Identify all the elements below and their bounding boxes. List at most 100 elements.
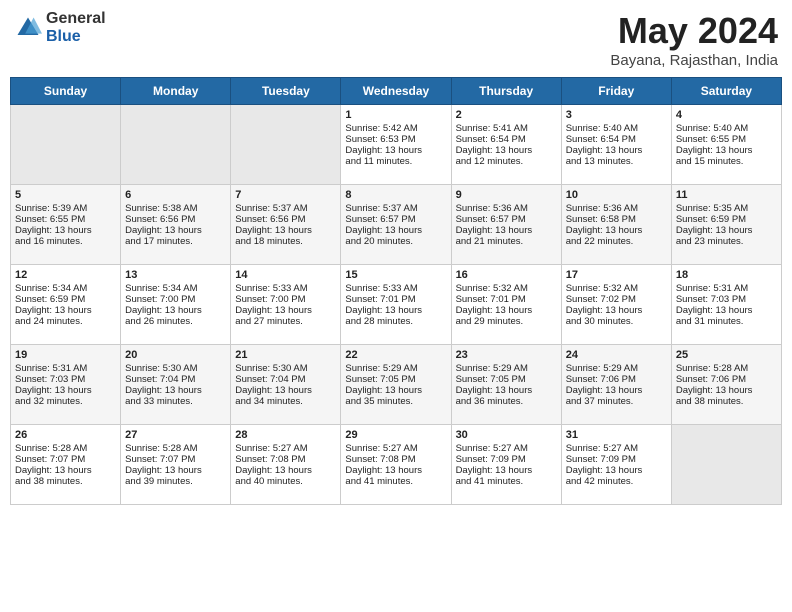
day-info: Sunrise: 5:33 AM — [345, 283, 446, 294]
day-info: Sunset: 7:04 PM — [125, 374, 226, 385]
day-number: 30 — [456, 429, 557, 441]
day-info: Daylight: 13 hours — [235, 225, 336, 236]
calendar-table: SundayMondayTuesdayWednesdayThursdayFrid… — [10, 77, 782, 505]
calendar-cell: 30Sunrise: 5:27 AMSunset: 7:09 PMDayligh… — [451, 425, 561, 505]
day-info: Sunset: 6:58 PM — [566, 214, 667, 225]
header-day-thursday: Thursday — [451, 78, 561, 105]
day-number: 31 — [566, 429, 667, 441]
day-info: Daylight: 13 hours — [566, 305, 667, 316]
calendar-cell: 12Sunrise: 5:34 AMSunset: 6:59 PMDayligh… — [11, 265, 121, 345]
day-info: Daylight: 13 hours — [676, 385, 777, 396]
day-info: Sunset: 6:54 PM — [456, 134, 557, 145]
day-info: and 38 minutes. — [676, 396, 777, 407]
logo: General Blue — [14, 10, 106, 45]
day-info: and 34 minutes. — [235, 396, 336, 407]
calendar-subtitle: Bayana, Rajasthan, India — [610, 52, 778, 69]
day-info: Sunrise: 5:35 AM — [676, 203, 777, 214]
day-info: Daylight: 13 hours — [456, 145, 557, 156]
day-number: 4 — [676, 109, 777, 121]
day-info: Sunset: 6:57 PM — [456, 214, 557, 225]
day-number: 12 — [15, 269, 116, 281]
day-info: Sunset: 7:05 PM — [456, 374, 557, 385]
day-info: and 41 minutes. — [345, 476, 446, 487]
day-info: Daylight: 13 hours — [456, 225, 557, 236]
calendar-cell — [11, 105, 121, 185]
header-day-friday: Friday — [561, 78, 671, 105]
day-number: 21 — [235, 349, 336, 361]
logo-icon — [14, 14, 42, 42]
day-info: and 35 minutes. — [345, 396, 446, 407]
day-info: Sunrise: 5:29 AM — [566, 363, 667, 374]
calendar-cell: 9Sunrise: 5:36 AMSunset: 6:57 PMDaylight… — [451, 185, 561, 265]
day-info: Daylight: 13 hours — [15, 225, 116, 236]
week-row-2: 5Sunrise: 5:39 AMSunset: 6:55 PMDaylight… — [11, 185, 782, 265]
day-info: Sunset: 6:59 PM — [15, 294, 116, 305]
day-info: Daylight: 13 hours — [125, 385, 226, 396]
day-number: 17 — [566, 269, 667, 281]
day-number: 19 — [15, 349, 116, 361]
day-info: Daylight: 13 hours — [15, 385, 116, 396]
calendar-cell: 14Sunrise: 5:33 AMSunset: 7:00 PMDayligh… — [231, 265, 341, 345]
day-info: and 26 minutes. — [125, 316, 226, 327]
header-day-wednesday: Wednesday — [341, 78, 451, 105]
calendar-cell — [231, 105, 341, 185]
day-info: Daylight: 13 hours — [676, 145, 777, 156]
day-info: Sunset: 7:07 PM — [15, 454, 116, 465]
day-info: Sunset: 6:53 PM — [345, 134, 446, 145]
day-number: 8 — [345, 189, 446, 201]
day-info: and 12 minutes. — [456, 156, 557, 167]
calendar-cell: 31Sunrise: 5:27 AMSunset: 7:09 PMDayligh… — [561, 425, 671, 505]
calendar-cell: 23Sunrise: 5:29 AMSunset: 7:05 PMDayligh… — [451, 345, 561, 425]
calendar-cell: 22Sunrise: 5:29 AMSunset: 7:05 PMDayligh… — [341, 345, 451, 425]
day-info: Daylight: 13 hours — [456, 305, 557, 316]
day-info: Sunset: 7:07 PM — [125, 454, 226, 465]
day-number: 13 — [125, 269, 226, 281]
day-info: Sunset: 7:09 PM — [566, 454, 667, 465]
day-info: Sunrise: 5:34 AM — [125, 283, 226, 294]
day-info: and 31 minutes. — [676, 316, 777, 327]
header-day-saturday: Saturday — [671, 78, 781, 105]
calendar-cell: 21Sunrise: 5:30 AMSunset: 7:04 PMDayligh… — [231, 345, 341, 425]
day-number: 14 — [235, 269, 336, 281]
calendar-cell: 20Sunrise: 5:30 AMSunset: 7:04 PMDayligh… — [121, 345, 231, 425]
day-info: and 37 minutes. — [566, 396, 667, 407]
day-info: Daylight: 13 hours — [566, 145, 667, 156]
day-info: Sunrise: 5:28 AM — [15, 443, 116, 454]
day-info: and 13 minutes. — [566, 156, 667, 167]
day-info: Sunrise: 5:41 AM — [456, 123, 557, 134]
calendar-cell: 4Sunrise: 5:40 AMSunset: 6:55 PMDaylight… — [671, 105, 781, 185]
day-number: 27 — [125, 429, 226, 441]
day-info: and 18 minutes. — [235, 236, 336, 247]
header-day-tuesday: Tuesday — [231, 78, 341, 105]
day-info: Daylight: 13 hours — [345, 225, 446, 236]
calendar-cell: 24Sunrise: 5:29 AMSunset: 7:06 PMDayligh… — [561, 345, 671, 425]
day-info: Sunset: 6:56 PM — [235, 214, 336, 225]
logo-general-text: General — [46, 10, 106, 28]
logo-text: General Blue — [46, 10, 106, 45]
week-row-1: 1Sunrise: 5:42 AMSunset: 6:53 PMDaylight… — [11, 105, 782, 185]
calendar-cell: 5Sunrise: 5:39 AMSunset: 6:55 PMDaylight… — [11, 185, 121, 265]
day-info: Sunset: 7:09 PM — [456, 454, 557, 465]
day-info: and 28 minutes. — [345, 316, 446, 327]
week-row-4: 19Sunrise: 5:31 AMSunset: 7:03 PMDayligh… — [11, 345, 782, 425]
day-number: 16 — [456, 269, 557, 281]
calendar-cell: 29Sunrise: 5:27 AMSunset: 7:08 PMDayligh… — [341, 425, 451, 505]
day-info: Sunrise: 5:27 AM — [456, 443, 557, 454]
calendar-cell: 15Sunrise: 5:33 AMSunset: 7:01 PMDayligh… — [341, 265, 451, 345]
calendar-header: SundayMondayTuesdayWednesdayThursdayFrid… — [11, 78, 782, 105]
day-info: Sunset: 7:08 PM — [235, 454, 336, 465]
day-info: and 39 minutes. — [125, 476, 226, 487]
day-info: Daylight: 13 hours — [125, 305, 226, 316]
header-day-monday: Monday — [121, 78, 231, 105]
day-info: Sunrise: 5:40 AM — [566, 123, 667, 134]
page-header: General Blue May 2024 Bayana, Rajasthan,… — [10, 10, 782, 69]
calendar-cell: 18Sunrise: 5:31 AMSunset: 7:03 PMDayligh… — [671, 265, 781, 345]
day-number: 26 — [15, 429, 116, 441]
day-info: Daylight: 13 hours — [235, 385, 336, 396]
day-number: 25 — [676, 349, 777, 361]
day-number: 10 — [566, 189, 667, 201]
calendar-cell: 8Sunrise: 5:37 AMSunset: 6:57 PMDaylight… — [341, 185, 451, 265]
calendar-cell — [121, 105, 231, 185]
day-info: Sunrise: 5:32 AM — [566, 283, 667, 294]
calendar-cell: 27Sunrise: 5:28 AMSunset: 7:07 PMDayligh… — [121, 425, 231, 505]
